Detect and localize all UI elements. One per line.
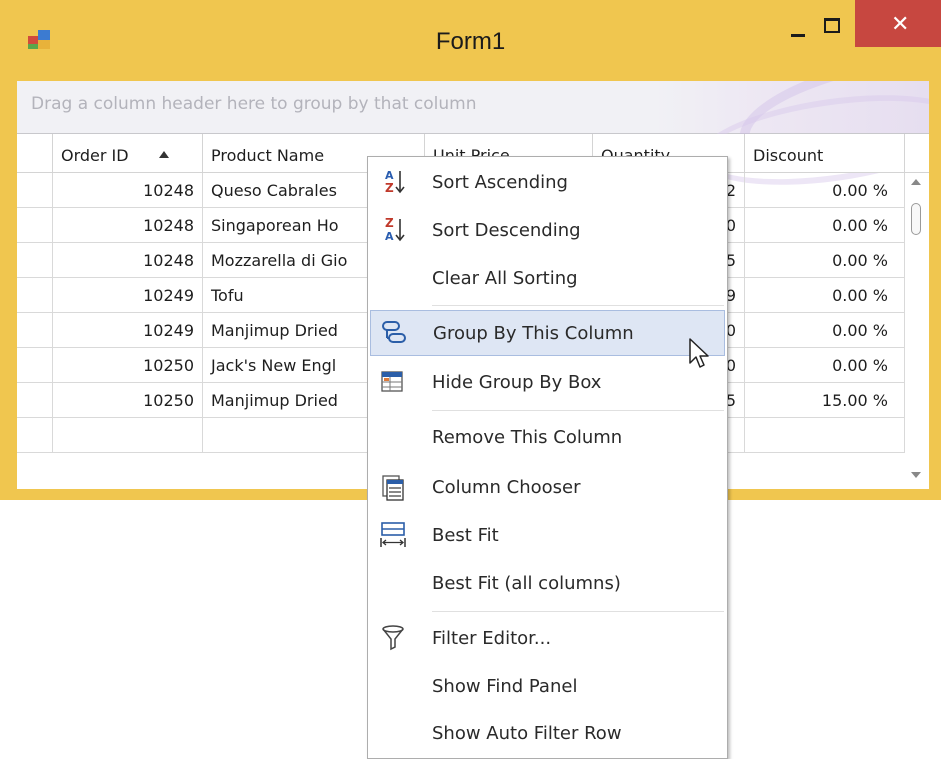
- cell-order-id[interactable]: 10249: [53, 278, 203, 312]
- group-box-icon: [381, 371, 403, 392]
- cell-discount[interactable]: 0.00 %: [745, 313, 905, 347]
- minimize-icon: [791, 34, 805, 37]
- cell-discount[interactable]: 0.00 %: [745, 278, 905, 312]
- menu-item-label: Show Find Panel: [432, 676, 578, 697]
- menu-item-sort-ascending[interactable]: A Z Sort Ascending: [368, 159, 727, 207]
- menu-item-show-find-panel[interactable]: Show Find Panel: [368, 663, 727, 711]
- cell-discount[interactable]: 0.00 %: [745, 208, 905, 242]
- column-header-context-menu: A Z Sort Ascending Z A Sort Descending C…: [367, 156, 728, 759]
- menu-item-label: Best Fit: [432, 525, 499, 546]
- close-icon: ✕: [891, 11, 910, 36]
- cell-order-id[interactable]: 10250: [53, 348, 203, 382]
- column-header-label: Product Name: [211, 146, 325, 165]
- scroll-up-icon[interactable]: [911, 179, 921, 185]
- cell-order-id[interactable]: 10250: [53, 383, 203, 417]
- menu-item-label: Hide Group By Box: [432, 372, 602, 393]
- row-indicator[interactable]: [17, 348, 53, 382]
- menu-item-best-fit[interactable]: Best Fit: [368, 512, 727, 560]
- menu-item-label: Best Fit (all columns): [432, 573, 621, 594]
- row-indicator-header: [17, 134, 53, 172]
- group-panel[interactable]: Drag a column header here to group by th…: [17, 81, 929, 200]
- svg-text:Z: Z: [385, 181, 394, 195]
- cell-discount[interactable]: 0.00 %: [745, 348, 905, 382]
- column-header-discount[interactable]: Discount: [745, 134, 905, 172]
- close-button[interactable]: ✕: [855, 0, 941, 47]
- column-chooser-icon: [382, 475, 404, 501]
- cell-order-id[interactable]: 10248: [53, 173, 203, 207]
- menu-item-show-auto-filter-row[interactable]: Show Auto Filter Row: [368, 710, 727, 758]
- menu-item-group-by-this-column[interactable]: Group By This Column: [370, 310, 725, 356]
- svg-text:Z: Z: [385, 216, 394, 230]
- maximize-icon: [824, 18, 840, 33]
- menu-item-remove-this-column[interactable]: Remove This Column: [368, 414, 727, 462]
- column-header-label: Discount: [753, 146, 824, 165]
- header-filler: [905, 134, 929, 172]
- menu-item-sort-descending[interactable]: Z A Sort Descending: [368, 207, 727, 255]
- menu-separator: [432, 611, 724, 612]
- menu-item-label: Group By This Column: [433, 323, 634, 344]
- svg-text:A: A: [385, 230, 394, 243]
- menu-item-hide-group-by-box[interactable]: Hide Group By Box: [368, 359, 727, 407]
- menu-item-best-fit-all-columns[interactable]: Best Fit (all columns): [368, 560, 727, 608]
- cell-discount[interactable]: [745, 418, 905, 452]
- menu-item-label: Sort Ascending: [432, 172, 568, 193]
- vertical-scrollbar[interactable]: [905, 173, 929, 489]
- group-by-icon: [382, 321, 406, 343]
- column-header-order-id[interactable]: Order ID: [53, 134, 203, 172]
- cell-order-id[interactable]: [53, 418, 203, 452]
- menu-item-label: Clear All Sorting: [432, 268, 578, 289]
- menu-item-label: Show Auto Filter Row: [432, 723, 622, 744]
- menu-item-clear-all-sorting[interactable]: Clear All Sorting: [368, 255, 727, 303]
- row-indicator[interactable]: [17, 208, 53, 242]
- menu-item-label: Column Chooser: [432, 477, 581, 498]
- menu-separator: [432, 410, 724, 411]
- title-bar[interactable]: Form1 ✕: [0, 0, 941, 62]
- cell-discount[interactable]: 0.00 %: [745, 243, 905, 277]
- menu-item-label: Filter Editor...: [432, 628, 552, 649]
- best-fit-icon: [380, 522, 406, 547]
- group-panel-hint: Drag a column header here to group by th…: [31, 94, 477, 114]
- cell-discount[interactable]: 15.00 %: [745, 383, 905, 417]
- cell-order-id[interactable]: 10248: [53, 243, 203, 277]
- menu-item-column-chooser[interactable]: Column Chooser: [368, 464, 727, 512]
- menu-separator: [432, 305, 724, 306]
- cell-order-id[interactable]: 10248: [53, 208, 203, 242]
- sort-ascending-icon: A Z: [385, 169, 405, 195]
- filter-icon: [382, 625, 404, 651]
- row-indicator[interactable]: [17, 418, 53, 452]
- scroll-thumb[interactable]: [911, 203, 921, 235]
- menu-item-label: Sort Descending: [432, 220, 581, 241]
- row-indicator[interactable]: [17, 383, 53, 417]
- mouse-pointer-icon: [689, 338, 709, 368]
- row-indicator[interactable]: [17, 173, 53, 207]
- row-indicator[interactable]: [17, 243, 53, 277]
- menu-item-filter-editor[interactable]: Filter Editor...: [368, 615, 727, 663]
- cell-order-id[interactable]: 10249: [53, 313, 203, 347]
- sort-ascending-indicator-icon: [159, 151, 169, 158]
- row-indicator[interactable]: [17, 278, 53, 312]
- scroll-down-icon[interactable]: [911, 472, 921, 478]
- menu-item-label: Remove This Column: [432, 427, 623, 448]
- column-header-label: Order ID: [61, 146, 129, 165]
- sort-descending-icon: Z A: [385, 216, 405, 243]
- cell-discount[interactable]: 0.00 %: [745, 173, 905, 207]
- row-indicator[interactable]: [17, 313, 53, 347]
